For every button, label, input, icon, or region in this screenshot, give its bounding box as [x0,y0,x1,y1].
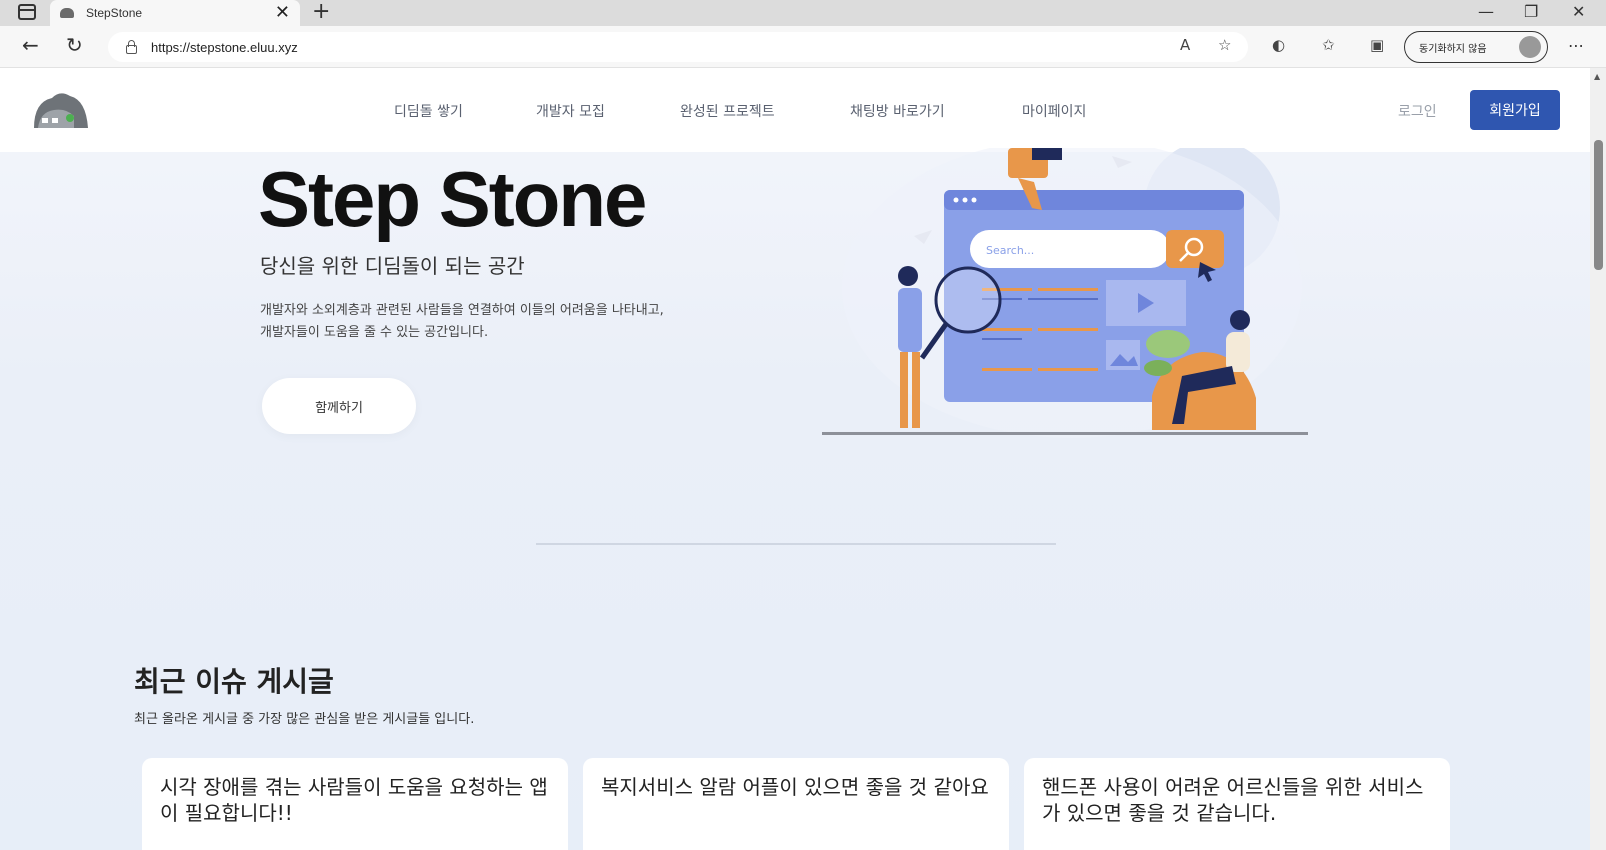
issue-card[interactable]: 핸드폰 사용이 어려운 어르신들을 위한 서비스가 있으면 좋을 것 같습니다. [1024,758,1450,850]
join-button[interactable]: 함께하기 [262,378,416,434]
reload-icon[interactable]: ↻ [66,35,83,55]
recent-issues-description: 최근 올라온 게시글 중 가장 많은 관심을 받은 게시글들 입니다. [134,712,475,727]
nav-link-my-page[interactable]: 마이페이지 [1022,101,1086,121]
minimize-icon[interactable]: — [1478,2,1494,21]
page-viewport: 디딤돌 쌓기 개발자 모집 완성된 프로젝트 채팅방 바로가기 마이페이지 로그… [0,68,1590,850]
browser-address-bar: ← ↻ https://stepstone.eluu.xyz A ☆ ◐ ✩ ▣… [0,26,1606,68]
stepstone-logo-icon[interactable] [30,88,90,130]
scrollbar-thumb[interactable] [1594,140,1603,270]
add-favorite-icon[interactable]: ☆ [1218,38,1231,53]
issue-card-title: 시각 장애를 겪는 사람들이 도움을 요청하는 앱이 필요합니다!! [160,775,548,825]
url-text: https://stepstone.eluu.xyz [151,39,298,55]
browser-tab[interactable]: StepStone ✕ [50,0,300,26]
browser-tab-bar: StepStone ✕ + — ❐ ✕ [0,0,1606,26]
read-aloud-icon[interactable]: A [1180,38,1190,53]
favorites-icon[interactable]: ✩ [1322,38,1335,53]
hero-description-line: 개발자들이 도움을 줄 수 있는 공간입니다. [260,325,489,340]
hero-description: 개발자와 소외계층과 관련된 사람들을 연결하여 이들의 어려움을 나타내고, … [260,300,760,344]
scroll-up-icon[interactable]: ▲ [1594,72,1600,81]
login-link[interactable]: 로그인 [1398,101,1437,121]
close-tab-icon[interactable]: ✕ [275,4,290,22]
profile-label: 동기화하지 않음 [1419,43,1487,55]
issue-card[interactable]: 시각 장애를 겪는 사람들이 도움을 요청하는 앱이 필요합니다!! [142,758,568,850]
recent-issues-title: 최근 이슈 게시글 [134,665,334,698]
hero-illustration: Search... [822,148,1308,438]
tab-title: StepStone [86,6,143,20]
collections-icon[interactable]: ▣ [1370,38,1384,53]
new-tab-icon[interactable]: + [312,1,330,23]
nav-link-chat-room[interactable]: 채팅방 바로가기 [850,101,945,121]
signup-button[interactable]: 회원가입 [1470,90,1560,130]
nav-link-recruit-developers[interactable]: 개발자 모집 [536,101,605,121]
hero-subtitle: 당신을 위한 디딤돌이 되는 공간 [260,254,525,278]
tab-actions-menu-icon[interactable] [18,4,36,20]
more-icon[interactable]: ⋯ [1568,36,1584,55]
hero-description-line: 개발자와 소외계층과 관련된 사람들을 연결하여 이들의 어려움을 나타내고, [260,303,664,318]
profile-button[interactable]: 동기화하지 않음 [1404,31,1548,63]
url-field[interactable]: https://stepstone.eluu.xyz [108,32,1248,62]
nav-link-build-stones[interactable]: 디딤돌 쌓기 [394,101,463,121]
close-window-icon[interactable]: ✕ [1572,2,1585,21]
restore-icon[interactable]: ❐ [1524,2,1538,21]
issue-card[interactable]: 복지서비스 알람 어플이 있으면 좋을 것 같아요 [583,758,1009,850]
back-icon[interactable]: ← [22,35,39,55]
lock-icon [126,39,137,54]
extension-icon[interactable]: ◐ [1272,38,1285,53]
avatar-icon [1519,36,1541,58]
illustration-search-text: Search... [986,244,1034,257]
issue-card-title: 핸드폰 사용이 어려운 어르신들을 위한 서비스가 있으면 좋을 것 같습니다. [1042,775,1424,825]
vertical-scrollbar[interactable]: ▲ [1590,68,1606,850]
nav-link-completed-projects[interactable]: 완성된 프로젝트 [680,101,775,121]
favicon-icon [60,8,74,18]
hero-title: Step Stone [258,155,647,243]
site-header: 디딤돌 쌓기 개발자 모집 완성된 프로젝트 채팅방 바로가기 마이페이지 로그… [0,68,1590,152]
issue-card-title: 복지서비스 알람 어플이 있으면 좋을 것 같아요 [601,775,989,799]
section-divider [536,543,1056,545]
